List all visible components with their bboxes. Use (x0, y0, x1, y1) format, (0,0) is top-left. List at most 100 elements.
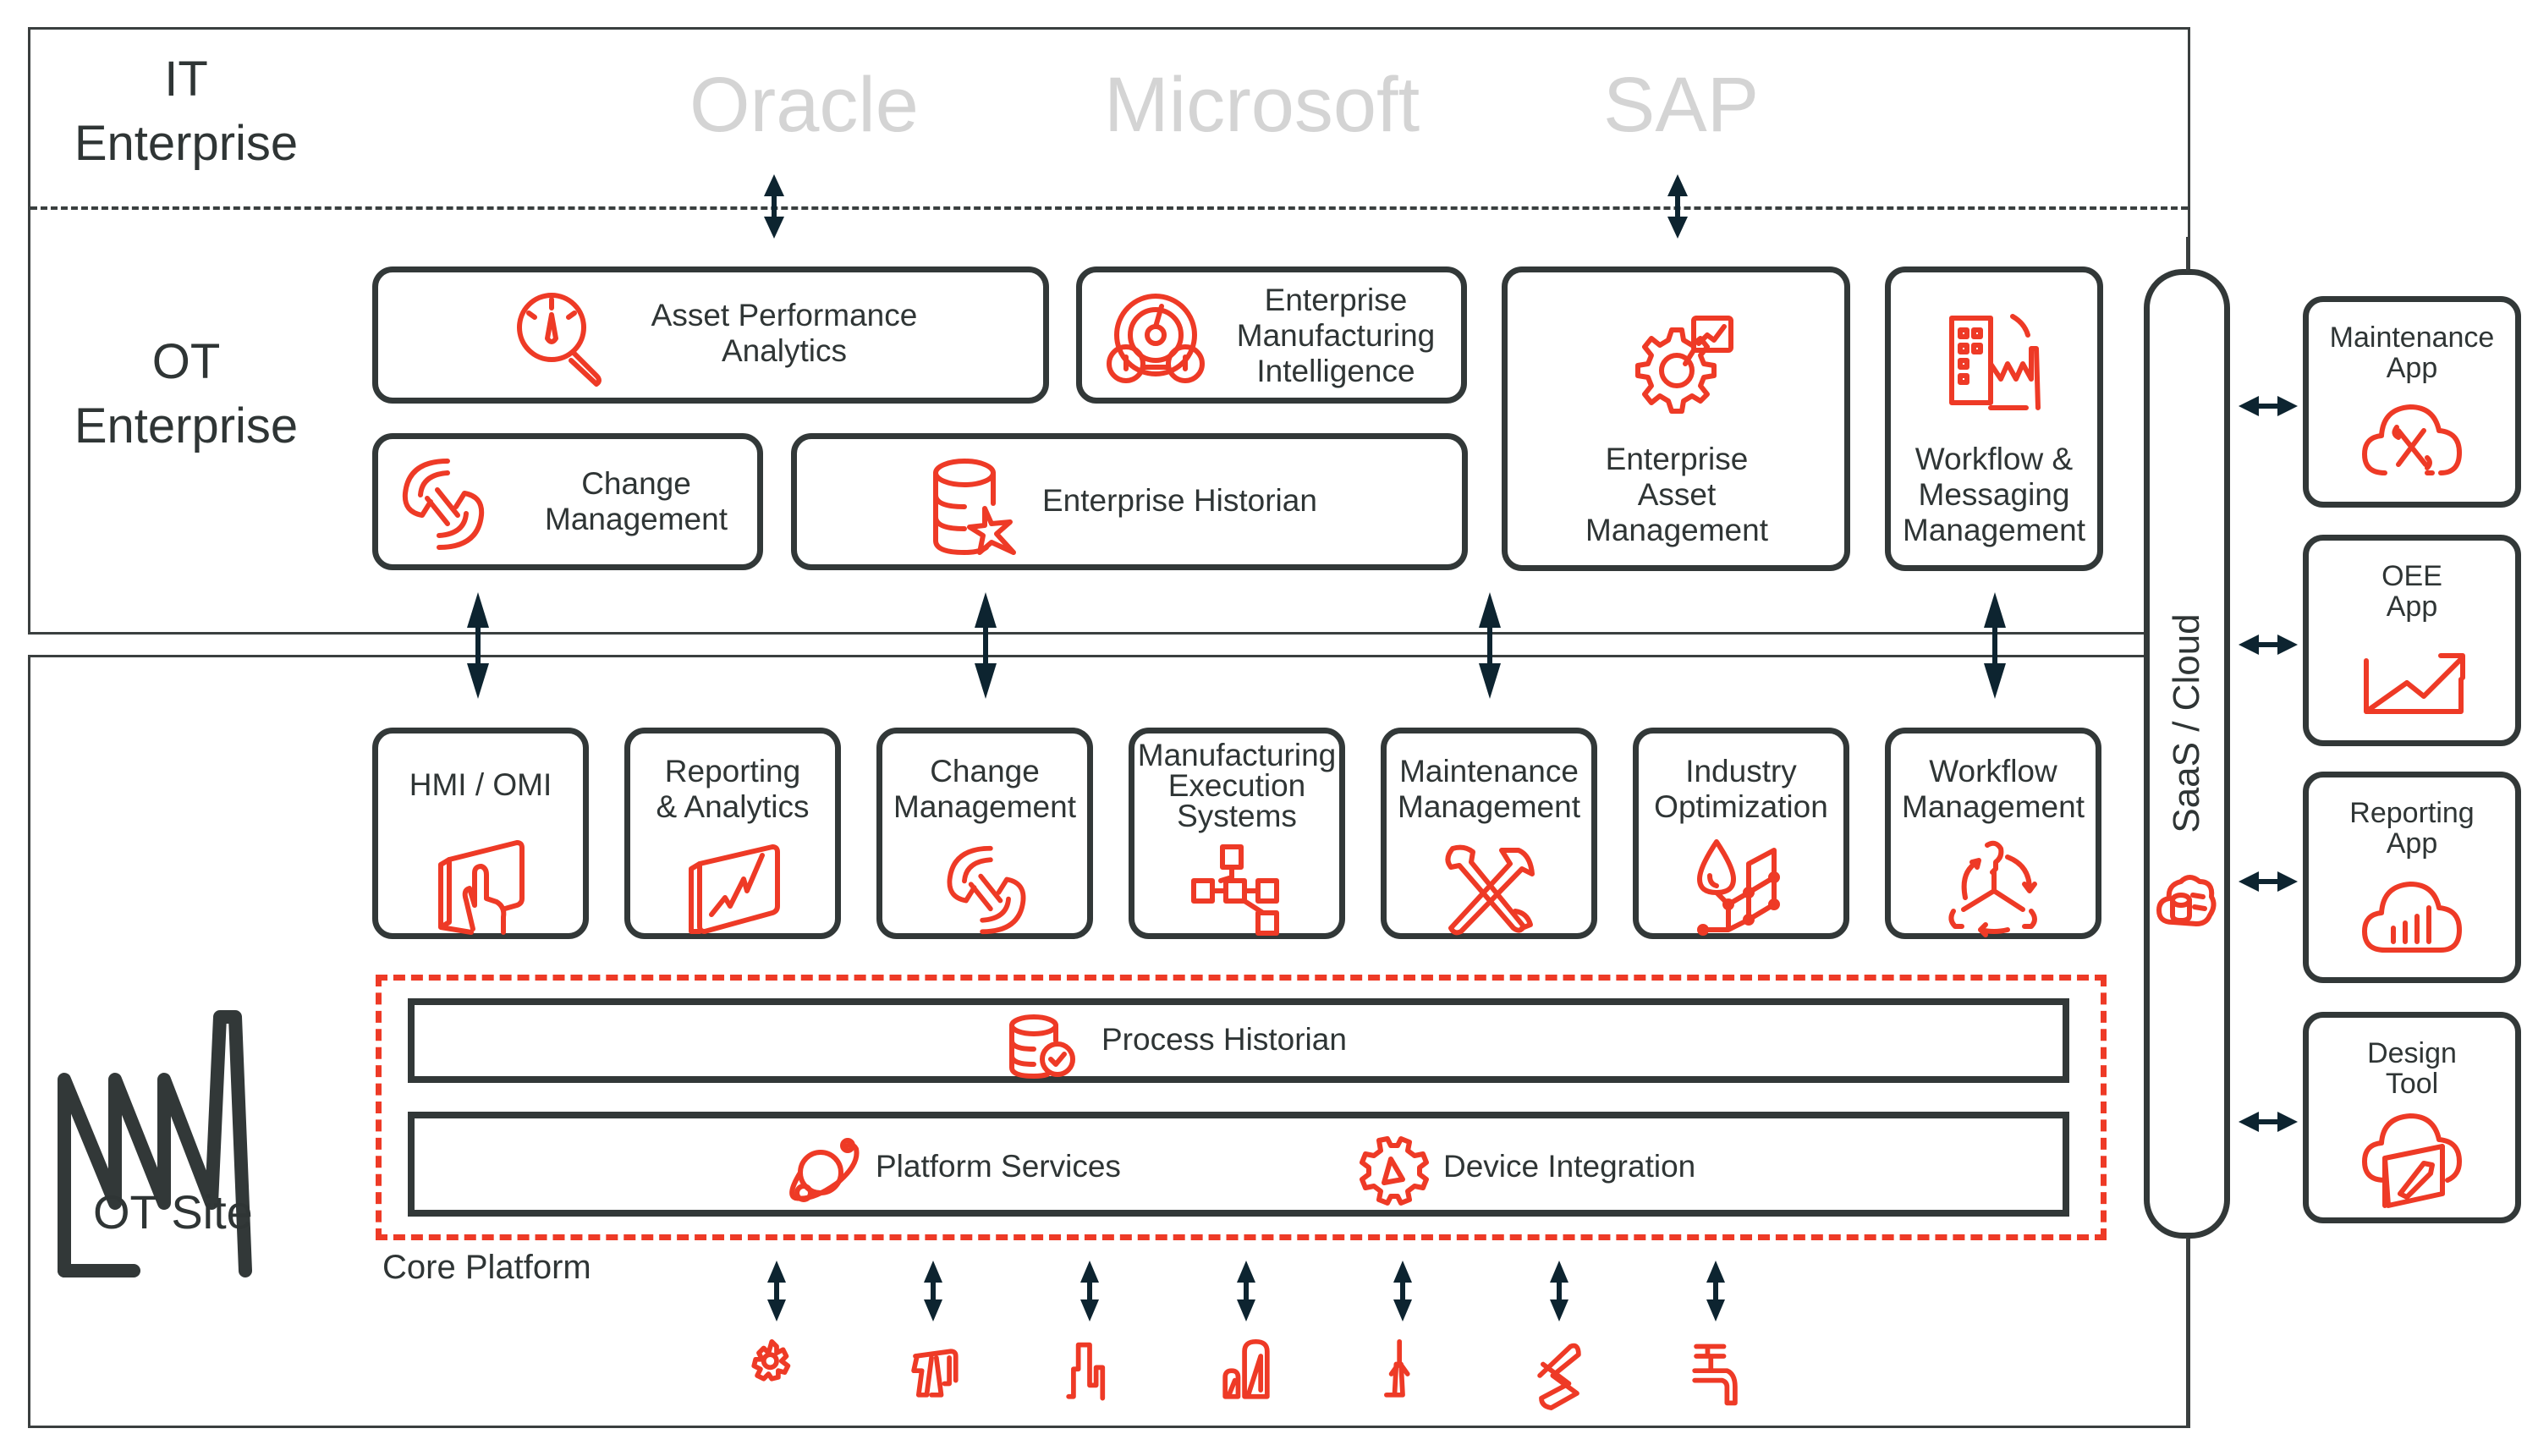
wm-line1: Workflow (1929, 754, 2057, 788)
enterprise-historian-box[interactable]: Enterprise Historian (791, 433, 1468, 570)
touch-screen-icon (437, 839, 530, 935)
eam-line2: Asset (1637, 477, 1717, 512)
cloud-pen-icon (2359, 1113, 2464, 1212)
it-label-line2: Enterprise (74, 116, 299, 171)
io-line1: Industry (1685, 754, 1797, 788)
workflow-management-box[interactable]: Workflow Management (1885, 728, 2101, 939)
maintenance-app-label-line1: Maintenance (2329, 321, 2495, 354)
building-factory-icon (1948, 311, 2043, 411)
database-star-icon (932, 458, 1034, 558)
database-check-icon (1008, 1014, 1078, 1079)
cm-site-line2: Management (893, 789, 1076, 824)
ot-site-label: OT Site (93, 1185, 253, 1239)
io-line2: Optimization (1654, 789, 1828, 824)
historian-site-arrow (973, 592, 998, 699)
change-management-site-box[interactable]: Change Management (876, 728, 1093, 939)
mes-line3: Systems (1177, 799, 1297, 833)
it-label-line1: IT (164, 52, 208, 107)
eam-site-arrow (1477, 592, 1502, 699)
process-historian-bar[interactable]: Process Historian (408, 998, 2069, 1083)
oee-app-label-line2: App (2386, 591, 2438, 623)
reporting-app-box[interactable]: Reporting App (2303, 772, 2521, 983)
emi-line2: Manufacturing (1236, 318, 1436, 353)
dashboard-gauges-icon (1106, 291, 1206, 386)
device-integration-label: Device Integration (1443, 1149, 1696, 1184)
industry-optimization-box[interactable]: Industry Optimization (1633, 728, 1849, 939)
field-device-arrow (764, 1261, 789, 1321)
emi-line3: Intelligence (1256, 354, 1415, 388)
wmm-site-arrow (1982, 592, 2008, 699)
cloud-bars-icon (2359, 872, 2464, 972)
saas-cloud-label: SaaS / Cloud (2166, 613, 2207, 833)
maintenance-management-box[interactable]: Maintenance Management (1381, 728, 1597, 939)
reporting-analytics-box[interactable]: Reporting & Analytics (624, 728, 841, 939)
platform-services-label: Platform Services (876, 1149, 1121, 1184)
field-device-arrow (1390, 1261, 1415, 1321)
asset-performance-analytics-box[interactable]: Asset Performance Analytics (372, 266, 1049, 404)
ot-enterprise-label: OT Enterprise (34, 330, 338, 459)
platform-services-bar[interactable]: Platform Services Device Integration (408, 1112, 2069, 1217)
oracle-connector-arrow (761, 174, 787, 239)
change-management-enterprise-box[interactable]: Change Management (372, 433, 763, 570)
vendor-sap: SAP (1603, 62, 1760, 148)
mes-line2: Execution (1167, 768, 1306, 803)
cycle-arrows-icon (940, 843, 1033, 937)
water-tap-icon (1690, 1338, 1741, 1409)
sap-connector-arrow (1665, 174, 1690, 239)
wmm-line3: Management (1903, 513, 2085, 547)
eam-line1: Enterprise (1605, 442, 1749, 476)
oil-pump-icon (908, 1338, 959, 1409)
asset-performance-analytics-line1: Asset Performance (651, 298, 918, 332)
workflow-messaging-management-box[interactable]: Workflow & Messaging Management (1885, 266, 2103, 571)
planet-orbit-icon (778, 1138, 863, 1203)
emi-line1: Enterprise (1264, 283, 1408, 317)
saas-top-connector (2186, 237, 2189, 271)
wm-line2: Management (1902, 789, 2085, 824)
ot-label-line1: OT (151, 334, 221, 389)
oee-app-box[interactable]: OEE App (2303, 535, 2521, 746)
cm-site-line1: Change (930, 754, 1040, 788)
field-device-arrow (920, 1261, 946, 1321)
process-historian-label: Process Historian (1101, 1022, 1347, 1057)
asset-performance-analytics-line2: Analytics (721, 333, 848, 368)
enterprise-manufacturing-intelligence-box[interactable]: Enterprise Manufacturing Intelligence (1076, 266, 1467, 404)
reporting-analytics-line2: & Analytics (656, 789, 810, 824)
it-enterprise-label: IT Enterprise (34, 47, 338, 176)
enterprise-asset-management-box[interactable]: Enterprise Asset Management (1502, 266, 1850, 571)
mes-line1: Manufacturing (1137, 738, 1337, 772)
cm-ent-line2: Management (545, 502, 728, 536)
drop-network-icon (1695, 838, 1789, 937)
reporting-analytics-line1: Reporting (664, 754, 801, 788)
gauge-magnifier-icon (514, 289, 607, 387)
wrench-hammer-icon (1442, 843, 1535, 937)
it-ot-divider (30, 206, 2188, 210)
manufacturing-execution-systems-box[interactable]: Manufacturing Execution Systems (1129, 728, 1345, 939)
hmi-omi-label: HMI / OMI (409, 767, 552, 802)
pipeline-icon (1534, 1338, 1585, 1410)
eam-line3: Management (1585, 513, 1768, 547)
wmm-line2: Messaging (1918, 477, 2070, 512)
field-device-arrow (1546, 1261, 1572, 1321)
cloud-tools-icon (2359, 397, 2464, 497)
maintenance-app-box[interactable]: Maintenance App (2303, 296, 2521, 508)
gear-icon (751, 1338, 802, 1409)
maintenance-app-label-line2: App (2386, 352, 2438, 384)
trend-chart-icon (2359, 635, 2465, 735)
wind-turbine-icon (1377, 1338, 1428, 1409)
design-tool-box[interactable]: Design Tool (2303, 1012, 2521, 1223)
core-platform-label: Core Platform (382, 1249, 591, 1286)
hmi-omi-box[interactable]: HMI / OMI (372, 728, 589, 939)
gear-chart-icon (1634, 315, 1734, 415)
cycle-arrows-icon (397, 456, 490, 552)
field-device-arrow (1233, 1261, 1259, 1321)
gear-puzzle-icon (1354, 1135, 1430, 1206)
design-tool-connector-arrow (2239, 1109, 2298, 1135)
cloud-database-icon (2156, 871, 2217, 931)
reporting-app-label-line2: App (2386, 827, 2438, 860)
oee-app-connector-arrow (2239, 632, 2298, 657)
reporting-app-connector-arrow (2239, 869, 2298, 894)
people-cycle-icon (1947, 838, 2041, 937)
factory-skyline-icon (1064, 1338, 1115, 1409)
cm-ent-line1: Change (581, 466, 691, 501)
apa-site-arrow (465, 592, 491, 699)
